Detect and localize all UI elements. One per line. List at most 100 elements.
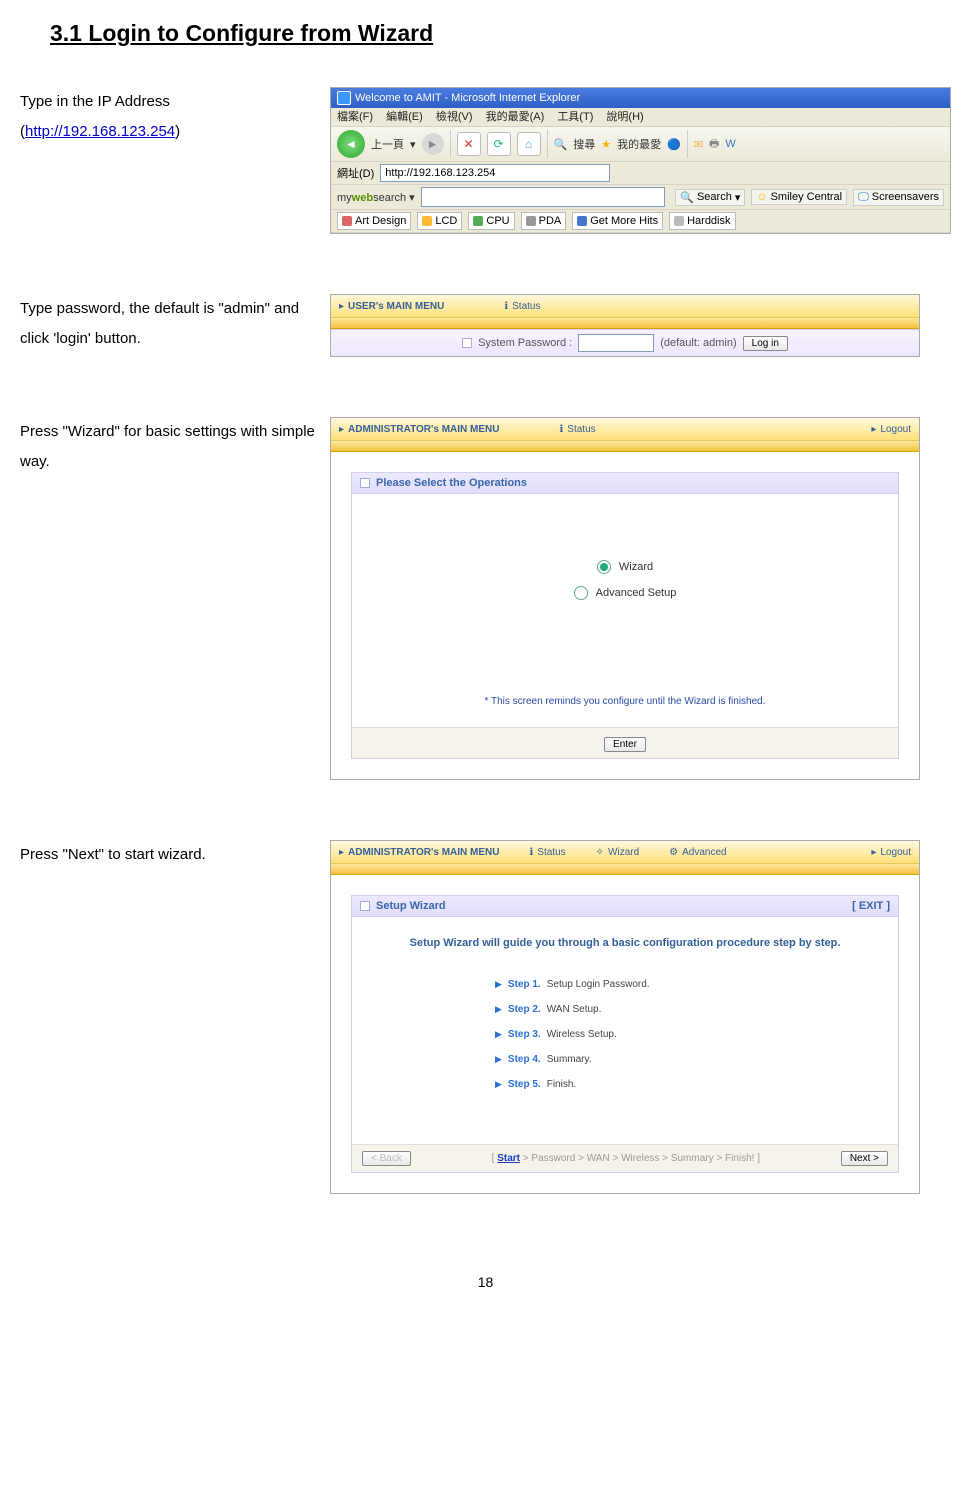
menu-help[interactable]: 說明(H) bbox=[606, 111, 643, 123]
arrow-icon: ▶ bbox=[495, 1054, 502, 1065]
status-icon: ℹ bbox=[559, 424, 563, 435]
art-icon bbox=[342, 216, 352, 226]
link-hits[interactable]: Get More Hits bbox=[572, 212, 663, 230]
radio-wizard[interactable] bbox=[597, 560, 611, 574]
screenshot-login: ▸ USER's MAIN MENU ℹ Status System Passw… bbox=[330, 294, 920, 357]
search-icon[interactable]: 🔍 bbox=[554, 138, 568, 151]
address-input[interactable] bbox=[380, 164, 610, 182]
page-number: 18 bbox=[20, 1274, 951, 1290]
menu-view[interactable]: 檢視(V) bbox=[436, 111, 473, 123]
pda-icon bbox=[526, 216, 536, 226]
mws-brand-post: search bbox=[373, 192, 406, 204]
link-pda[interactable]: PDA bbox=[521, 212, 567, 230]
nav-status[interactable]: ℹ Status bbox=[504, 301, 540, 312]
screenshot-wizard: ▸ ADMINISTRATOR's MAIN MENU ℹ Status ✧ W… bbox=[330, 840, 920, 1194]
nav-user-title: ▸ USER's MAIN MENU bbox=[339, 301, 444, 312]
word-icon[interactable]: W bbox=[725, 138, 735, 150]
mws-search-btn-label: Search bbox=[697, 191, 732, 203]
step-num: Step 2. bbox=[508, 1004, 541, 1015]
step1-post: ) bbox=[175, 123, 180, 140]
status-icon: ℹ bbox=[504, 301, 508, 312]
wizard-step-5: ▶Step 5.Finish. bbox=[495, 1079, 755, 1090]
address-bar: 網址(D) bbox=[331, 162, 950, 185]
nav-logout-label: Logout bbox=[880, 424, 911, 435]
search-icon: 🔍 bbox=[680, 191, 694, 204]
radio-advanced-label: Advanced Setup bbox=[596, 587, 677, 599]
link-label: LCD bbox=[435, 215, 457, 227]
next-button[interactable]: Next > bbox=[841, 1151, 888, 1166]
step-text: Finish. bbox=[547, 1079, 576, 1090]
favorites-label[interactable]: 我的最愛 bbox=[617, 136, 661, 152]
menu-file[interactable]: 檔案(F) bbox=[337, 111, 373, 123]
media-icon[interactable]: 🔵 bbox=[667, 138, 681, 151]
link-label: CPU bbox=[486, 215, 509, 227]
nav-logout[interactable]: ▸ Logout bbox=[871, 847, 911, 858]
nav-status[interactable]: ℹ Status bbox=[559, 424, 595, 435]
forward-button[interactable]: ► bbox=[422, 133, 444, 155]
arrow-icon: ▶ bbox=[495, 1079, 502, 1090]
triangle-icon: ▸ bbox=[871, 424, 876, 435]
favorites-icon[interactable]: ★ bbox=[601, 138, 611, 151]
print-icon[interactable]: 🖶 bbox=[709, 135, 719, 154]
menu-edit[interactable]: 編輯(E) bbox=[386, 111, 423, 123]
back-chevron-icon[interactable]: ▾ bbox=[410, 138, 416, 151]
crumb-start[interactable]: Start bbox=[497, 1153, 520, 1164]
arrow-icon: ▶ bbox=[495, 1029, 502, 1040]
password-input[interactable] bbox=[578, 334, 654, 352]
enter-button[interactable]: Enter bbox=[604, 737, 646, 752]
reminder-text: * This screen reminds you configure unti… bbox=[352, 696, 898, 707]
mws-smiley-button[interactable]: ☺ Smiley Central bbox=[751, 189, 847, 205]
nav-status[interactable]: ℹ Status bbox=[529, 847, 565, 858]
triangle-icon: ▸ bbox=[339, 301, 344, 312]
link-label: PDA bbox=[539, 215, 562, 227]
back-label: 上一頁 bbox=[371, 136, 404, 152]
mws-search-button[interactable]: 🔍 Search ▾ bbox=[675, 189, 745, 206]
mws-brand-pre: my bbox=[337, 192, 352, 204]
link-art-design[interactable]: Art Design bbox=[337, 212, 411, 230]
back-button[interactable]: ◄ bbox=[337, 130, 365, 158]
wizard-exit-link[interactable]: [ EXIT ] bbox=[852, 900, 890, 912]
mws-brand-bold: web bbox=[352, 192, 373, 204]
refresh-button[interactable]: ⟳ bbox=[487, 132, 511, 156]
mws-search-input[interactable] bbox=[421, 187, 666, 207]
smiley-icon: ☺ bbox=[756, 191, 767, 203]
crumb-rest: > Password > WAN > Wireless > Summary > … bbox=[520, 1153, 760, 1164]
nav-advanced[interactable]: ⚙ Advanced bbox=[669, 847, 726, 858]
nav-status-label: Status bbox=[512, 301, 540, 312]
link-lcd[interactable]: LCD bbox=[417, 212, 462, 230]
link-cpu[interactable]: CPU bbox=[468, 212, 514, 230]
search-label[interactable]: 搜尋 bbox=[573, 136, 595, 152]
wizard-panel: Setup Wizard [ EXIT ] Setup Wizard will … bbox=[351, 895, 899, 1173]
status-icon: ℹ bbox=[529, 847, 533, 858]
gold-bar bbox=[331, 864, 919, 875]
nav-logout[interactable]: ▸ Logout bbox=[871, 424, 911, 435]
link-label: Harddisk bbox=[687, 215, 730, 227]
triangle-icon: ▸ bbox=[339, 424, 344, 435]
operations-panel-body: Wizard Advanced Setup * This screen remi… bbox=[352, 494, 898, 727]
mws-ss-label: Screensavers bbox=[872, 191, 939, 203]
mywebsearch-bar: mywebsearch ▾ 🔍 Search ▾ ☺ Smiley Centra… bbox=[331, 185, 950, 210]
mws-screensavers-button[interactable]: 🖵 Screensavers bbox=[853, 189, 944, 206]
gear-icon: ⚙ bbox=[669, 847, 678, 858]
admin-main-menu: ▸ ADMINISTRATOR's MAIN MENU ℹ Status ✧ W… bbox=[331, 841, 919, 864]
stop-button[interactable]: ✕ bbox=[457, 132, 481, 156]
home-button[interactable]: ⌂ bbox=[517, 132, 541, 156]
menu-tools[interactable]: 工具(T) bbox=[557, 111, 593, 123]
nav-logout-label: Logout bbox=[880, 847, 911, 858]
link-harddisk[interactable]: Harddisk bbox=[669, 212, 735, 230]
arrow-icon: ▶ bbox=[495, 979, 502, 990]
mail-icon[interactable]: ✉ bbox=[694, 138, 703, 151]
step1-link[interactable]: http://192.168.123.254 bbox=[25, 123, 175, 140]
login-button[interactable]: Log in bbox=[743, 336, 788, 351]
step2-text: Type password, the default is "admin" an… bbox=[20, 294, 330, 354]
step-text: Setup Login Password. bbox=[547, 979, 650, 990]
step-text: Summary. bbox=[547, 1054, 592, 1065]
operations-panel-title: Please Select the Operations bbox=[376, 477, 527, 489]
menu-fav[interactable]: 我的最愛(A) bbox=[486, 111, 545, 123]
nav-wizard[interactable]: ✧ Wizard bbox=[596, 847, 640, 858]
admin-menu-title: ADMINISTRATOR's MAIN MENU bbox=[348, 424, 499, 435]
monitor-icon: 🖵 bbox=[858, 191, 869, 204]
square-bullet-icon bbox=[462, 338, 472, 348]
arrow-icon: ▶ bbox=[495, 1004, 502, 1015]
radio-advanced[interactable] bbox=[574, 586, 588, 600]
